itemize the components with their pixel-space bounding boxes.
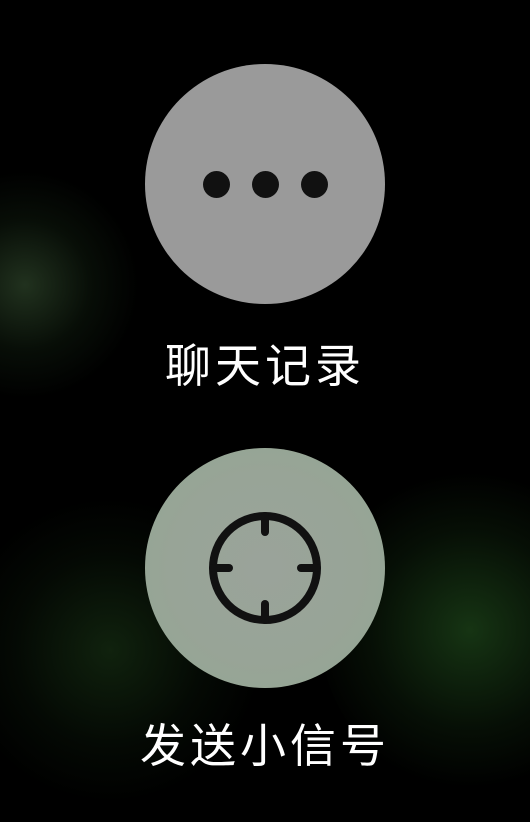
dot — [202, 170, 230, 198]
send-signal-button[interactable] — [145, 448, 385, 688]
chat-history-action: 聊天记录 — [0, 64, 530, 394]
watch-screen: 聊天记录 发送小信号 — [0, 0, 530, 822]
send-signal-label[interactable]: 发送小信号 — [140, 718, 390, 774]
crosshair-icon — [209, 512, 321, 624]
chat-history-button[interactable] — [145, 64, 385, 304]
send-signal-action: 发送小信号 — [0, 448, 530, 774]
more-dots-icon — [202, 170, 328, 198]
dot — [251, 170, 279, 198]
dot — [300, 170, 328, 198]
chat-history-label[interactable]: 聊天记录 — [165, 338, 365, 394]
